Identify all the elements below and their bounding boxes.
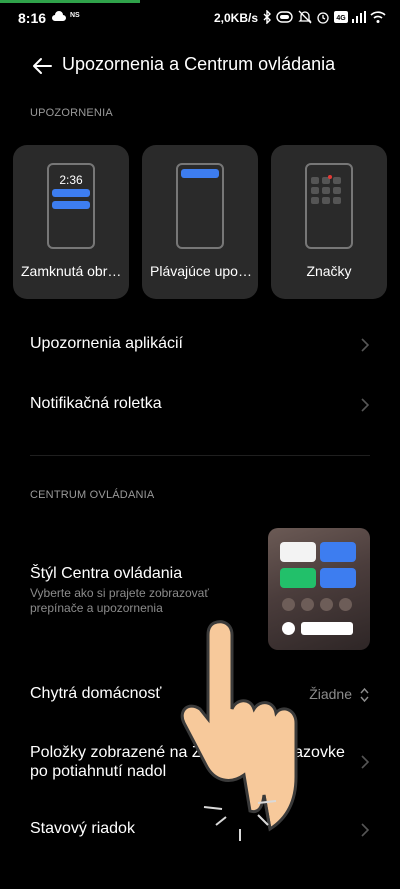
download-progress-bar bbox=[0, 0, 140, 3]
app-dot bbox=[333, 187, 341, 194]
row-title: Upozornenia aplikácií bbox=[30, 335, 183, 352]
header: Upozornenia a Centrum ovládania bbox=[0, 48, 400, 84]
svg-text:4G: 4G bbox=[336, 15, 346, 22]
chevron-right-icon bbox=[361, 823, 370, 837]
app-dot bbox=[322, 197, 330, 204]
app-dot bbox=[311, 187, 319, 194]
chevron-right-icon bbox=[361, 755, 370, 769]
section-label-notifications: UPOZORNENIA bbox=[30, 107, 113, 119]
app-dot bbox=[311, 177, 319, 184]
signal-icon bbox=[352, 11, 366, 23]
row-control-center-style[interactable]: Štýl Centra ovládania Vyberte ako si pra… bbox=[30, 565, 260, 616]
card-label: Plávajúce upo… bbox=[150, 263, 252, 279]
net-speed: 2,0KB/s bbox=[214, 11, 259, 25]
toggle-dot bbox=[301, 598, 314, 611]
tile-blue bbox=[320, 568, 356, 588]
chevron-up-down-icon bbox=[360, 687, 369, 703]
page-title: Upozornenia a Centrum ovládania bbox=[62, 54, 336, 74]
badge-dot-icon bbox=[328, 175, 332, 179]
row-title: Chytrá domácnosť bbox=[30, 685, 162, 702]
card-label: Zamknutá obr… bbox=[21, 263, 122, 279]
app-dot-badged bbox=[322, 175, 332, 184]
card-label: Značky bbox=[306, 263, 352, 279]
bluetooth-icon bbox=[263, 10, 271, 24]
app-grid bbox=[311, 175, 347, 204]
cloud-icon bbox=[52, 11, 66, 21]
card-lock-screen[interactable]: 2:36 Zamknutá obr… bbox=[13, 145, 129, 299]
app-dot bbox=[333, 177, 341, 184]
chevron-right-icon bbox=[361, 338, 370, 352]
volte-icon: 4G bbox=[334, 11, 348, 23]
toggle-dot bbox=[282, 598, 295, 611]
mute-icon bbox=[298, 10, 312, 24]
tap-hand-icon bbox=[180, 620, 298, 841]
preview-clock: 2:36 bbox=[59, 173, 83, 187]
divider bbox=[30, 455, 370, 456]
row-subtitle: Vyberte ako si prajete zobrazovať prepín… bbox=[30, 586, 209, 615]
app-dot bbox=[333, 197, 341, 204]
preview-notification-bar bbox=[52, 201, 90, 209]
wifi-icon bbox=[370, 11, 386, 23]
status-bar: 8:16 NS 2,0KB/s 4G bbox=[0, 0, 400, 36]
preview-notification-bar bbox=[52, 189, 90, 197]
row-title: Stavový riadok bbox=[30, 820, 135, 837]
lock-screen-preview: 2:36 bbox=[47, 163, 95, 249]
chevron-right-icon bbox=[361, 398, 370, 412]
alarm-icon bbox=[317, 12, 329, 24]
badges-preview bbox=[305, 163, 353, 249]
row-app-notifications[interactable]: Upozornenia aplikácií bbox=[30, 335, 370, 355]
row-title: Štýl Centra ovládania bbox=[30, 565, 183, 582]
toggle-dot bbox=[320, 598, 333, 611]
card-floating-notifications[interactable]: Plávajúce upo… bbox=[142, 145, 258, 299]
back-arrow-icon[interactable] bbox=[30, 54, 54, 78]
tile-blue bbox=[320, 542, 356, 562]
floating-preview bbox=[176, 163, 224, 249]
app-dot bbox=[322, 187, 330, 194]
ns-indicator: NS bbox=[70, 12, 80, 19]
app-dot bbox=[311, 197, 319, 204]
tile-green bbox=[280, 568, 316, 588]
toggle-dot bbox=[339, 598, 352, 611]
tile-white bbox=[280, 542, 316, 562]
smart-home-value: Žiadne bbox=[309, 686, 352, 702]
card-badges[interactable]: Značky bbox=[271, 145, 387, 299]
row-notification-shade[interactable]: Notifikačná roletka bbox=[30, 395, 370, 415]
section-label-control-center: CENTRUM OVLÁDANIA bbox=[30, 489, 155, 501]
row-title: Notifikačná roletka bbox=[30, 395, 162, 412]
battery-saver-icon bbox=[276, 11, 293, 23]
status-time: 8:16 bbox=[18, 10, 47, 26]
preview-notification-bar bbox=[181, 169, 219, 178]
